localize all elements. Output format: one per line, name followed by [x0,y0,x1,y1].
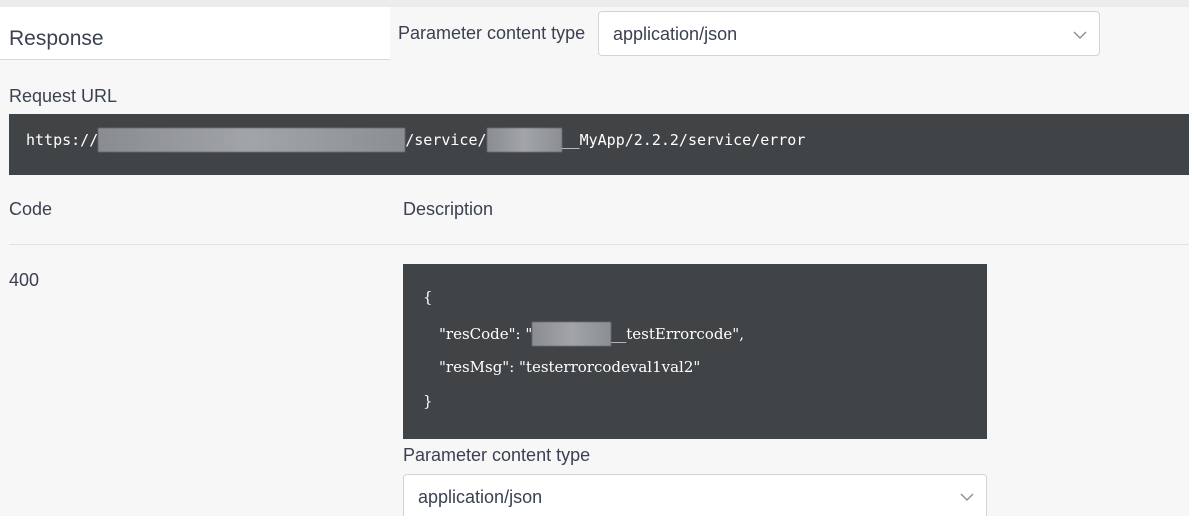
redacted-rescode-prefix [532,322,612,346]
json-resmsg-line: "resMsg": "testerrorcodeval1val2" [439,358,701,376]
table-divider [9,244,1189,245]
request-url-text: https:// /service/ __MyApp/2.2.2/service… [26,128,805,152]
request-url-label: Request URL [9,86,118,106]
request-url-block: https:// /service/ __MyApp/2.2.2/service… [9,114,1189,175]
row-parameter-content-type-label: Parameter content type [403,445,591,465]
json-rescode-line: "resCode": " __testErrorcode", [439,322,744,346]
url-segment-path: __MyApp/2.2.2/service/error [561,131,806,149]
chevron-down-icon [1073,31,1087,39]
json-rescode-suffix: __testErrorcode", [611,325,744,343]
description-column-header: Description [403,199,494,219]
top-strip [0,0,1189,7]
response-content-type-select[interactable]: application/json [598,11,1100,56]
response-title: Response [9,27,104,50]
redacted-host [98,128,406,152]
parameter-content-type-label: Parameter content type [398,23,586,43]
code-column-header: Code [9,199,53,219]
json-close-brace: } [423,392,433,410]
row-content-type-select[interactable]: application/json [403,474,987,516]
url-segment-service: /service/ [405,131,487,149]
json-open-brace: { [423,288,433,306]
redacted-service-id [486,128,562,152]
response-example-json: { "resCode": " __testErrorcode", "resMsg… [403,264,987,439]
url-prefix: https:// [26,131,99,149]
json-rescode-key: "resCode": " [439,325,533,343]
response-header: Response [0,7,390,60]
chevron-down-icon [960,493,974,501]
response-status-code: 400 [9,270,40,290]
response-content-type-value: application/json [613,24,738,44]
row-content-type-value: application/json [418,487,543,507]
